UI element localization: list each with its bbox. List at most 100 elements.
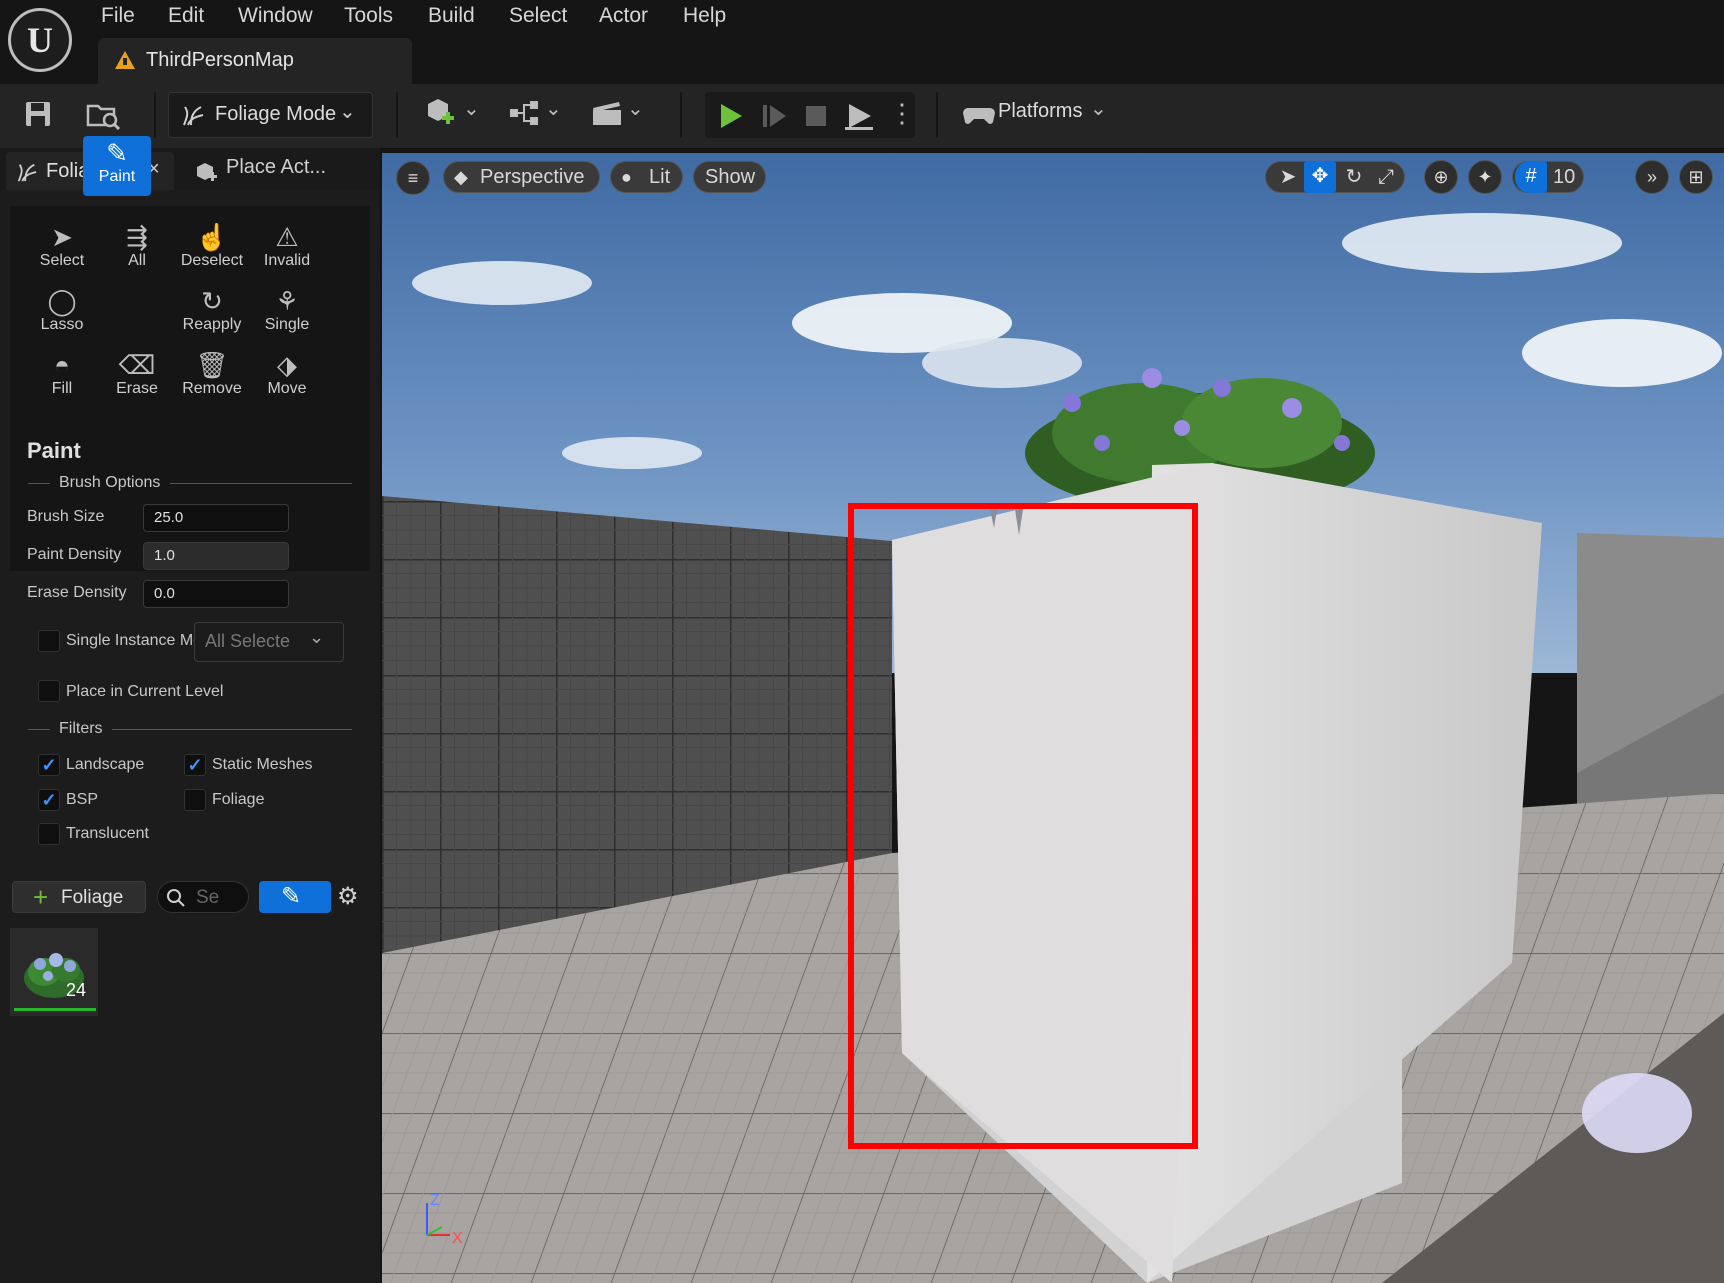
- deselect-icon: ☝: [195, 222, 229, 252]
- translucent-label: Translucent: [66, 825, 149, 842]
- scale-icon[interactable]: ⤢: [1372, 162, 1400, 192]
- single-instance-checkbox[interactable]: [38, 630, 60, 652]
- lasso-icon: ◯: [47, 286, 77, 316]
- save-icon[interactable]: [24, 100, 52, 128]
- viewport-menu-icon[interactable]: ≡: [396, 161, 430, 195]
- panel-tabs: Foliage × Place Act...: [0, 148, 380, 190]
- foliage-search-input[interactable]: Se: [157, 881, 249, 913]
- foliage-type-thumbnail[interactable]: 24: [10, 928, 98, 1016]
- platforms-button[interactable]: Platforms: [998, 100, 1082, 123]
- filters-header[interactable]: Filters: [59, 720, 103, 738]
- mode-label: Foliage Mode: [215, 103, 337, 125]
- select-cursor-icon[interactable]: ➤: [1274, 162, 1302, 192]
- erase-density-field[interactable]: 0.0: [143, 580, 289, 608]
- paint-density-field[interactable]: 1.0: [143, 542, 289, 570]
- tool-deselect[interactable]: ☝ Deselect: [177, 220, 247, 278]
- settings-gear-icon[interactable]: ⚙: [337, 882, 359, 912]
- static-meshes-label: Static Meshes: [212, 756, 313, 773]
- tab-place-actors-label: Place Act...: [226, 156, 327, 178]
- menu-build[interactable]: Build: [428, 4, 475, 30]
- browse-icon[interactable]: [86, 98, 122, 130]
- advance-frame-icon[interactable]: [759, 101, 789, 131]
- mode-dropdown[interactable]: Foliage Mode ⌄: [168, 92, 373, 138]
- single-instance-dropdown[interactable]: All Selecte ⌄: [194, 622, 344, 662]
- gamepad-icon[interactable]: [962, 98, 996, 128]
- chevron-down-icon[interactable]: ⌄: [627, 96, 644, 121]
- foliage-instance-count: 24: [66, 980, 87, 1000]
- transform-tools: ➤ ✥ ↻ ⤢: [1265, 161, 1405, 193]
- place-current-level-checkbox[interactable]: [38, 680, 60, 702]
- place-actor-icon: [197, 163, 217, 181]
- chevron-down-icon: ⌄: [339, 101, 356, 123]
- translucent-checkbox[interactable]: [38, 823, 60, 845]
- stop-icon[interactable]: [801, 101, 831, 131]
- brush-size-field[interactable]: 25.0: [143, 504, 289, 532]
- cinematics-icon[interactable]: [590, 98, 624, 128]
- single-icon: ⚘: [275, 286, 299, 316]
- landscape-label: Landscape: [66, 756, 145, 773]
- menu-select[interactable]: Select: [509, 4, 567, 30]
- add-actor-icon[interactable]: [424, 96, 458, 130]
- tool-fill[interactable]: ◓ Fill: [27, 348, 97, 406]
- level-viewport[interactable]: Z X ≡ ◆ Perspective ● Lit Show ➤ ✥ ↻ ⤢ ⊕…: [382, 153, 1724, 1283]
- tool-all[interactable]: ⇶ All: [102, 220, 172, 278]
- tool-select[interactable]: ➤ Select: [27, 220, 97, 278]
- chevron-down-icon[interactable]: ⌄: [1090, 96, 1107, 121]
- tab-place-actors[interactable]: Place Act...: [190, 152, 376, 190]
- fill-icon: ◓: [54, 350, 70, 380]
- level-icon: [115, 51, 135, 69]
- axis-x-label: X: [452, 1230, 463, 1247]
- viewport-scene[interactable]: Z X: [382, 153, 1724, 1283]
- foliage-icon: [17, 163, 37, 182]
- show-button[interactable]: Show: [693, 161, 766, 193]
- tool-move[interactable]: ⬗ Move: [252, 348, 322, 406]
- chevron-down-icon: ⌄: [309, 627, 325, 647]
- invalid-icon: ⚠: [275, 222, 299, 252]
- tool-paint[interactable]: ✎ Paint: [83, 136, 151, 196]
- search-icon: [167, 889, 185, 907]
- perspective-button[interactable]: ◆ Perspective: [443, 161, 600, 193]
- bsp-checkbox[interactable]: ✓: [38, 789, 60, 811]
- landscape-checkbox[interactable]: ✓: [38, 754, 60, 776]
- erase-density-label: Erase Density: [27, 584, 127, 601]
- document-tab[interactable]: ThirdPersonMap: [98, 38, 412, 84]
- rotate-icon[interactable]: ↻: [1340, 162, 1368, 192]
- tool-lasso[interactable]: ◯ Lasso: [27, 284, 97, 342]
- cube-icon: ◆: [454, 167, 468, 187]
- blueprint-icon[interactable]: [508, 98, 542, 128]
- unreal-logo-icon[interactable]: U: [8, 8, 72, 72]
- static-meshes-checkbox[interactable]: ✓: [184, 754, 206, 776]
- world-space-icon[interactable]: ⊕: [1424, 160, 1458, 194]
- edit-foliage-button[interactable]: ✎: [259, 881, 331, 913]
- lit-sphere-icon: ●: [621, 167, 632, 187]
- paint-section-title: Paint: [27, 438, 81, 463]
- more-options-icon[interactable]: ⋮: [889, 98, 915, 128]
- document-tab-label: ThirdPersonMap: [146, 49, 294, 71]
- add-foliage-button[interactable]: + Foliage: [12, 881, 146, 913]
- cursor-icon: ➤: [51, 222, 73, 252]
- menu-help[interactable]: Help: [683, 4, 726, 30]
- expand-toolbar-icon[interactable]: »: [1635, 160, 1669, 194]
- eject-icon[interactable]: [843, 101, 875, 131]
- viewport-layout-icon[interactable]: ⊞: [1679, 160, 1713, 194]
- tool-invalid[interactable]: ⚠ Invalid: [252, 220, 322, 278]
- tool-erase[interactable]: ⌫ Erase: [102, 348, 172, 406]
- menu-tools[interactable]: Tools: [344, 4, 393, 30]
- tool-single[interactable]: ⚘ Single: [252, 284, 322, 342]
- grid-snap-control[interactable]: # 10: [1512, 161, 1584, 193]
- translate-icon[interactable]: ✥: [1304, 161, 1336, 193]
- menu-bar: U File Edit Window Tools Build Select Ac…: [0, 0, 1724, 84]
- foliage-filter-checkbox[interactable]: [184, 789, 206, 811]
- tool-remove[interactable]: 🗑 Remove: [177, 348, 247, 406]
- lit-button[interactable]: ● Lit: [610, 161, 683, 193]
- brush-options-header[interactable]: Brush Options: [59, 474, 160, 492]
- surface-snap-icon[interactable]: ✦: [1468, 160, 1502, 194]
- tool-reapply[interactable]: ↻ Reapply: [177, 284, 247, 342]
- play-icon[interactable]: [715, 101, 745, 131]
- menu-actor[interactable]: Actor: [599, 4, 648, 30]
- chevron-down-icon[interactable]: ⌄: [545, 96, 562, 121]
- menu-window[interactable]: Window: [238, 4, 313, 30]
- chevron-down-icon[interactable]: ⌄: [463, 96, 480, 121]
- menu-edit[interactable]: Edit: [168, 4, 204, 30]
- menu-file[interactable]: File: [101, 4, 135, 30]
